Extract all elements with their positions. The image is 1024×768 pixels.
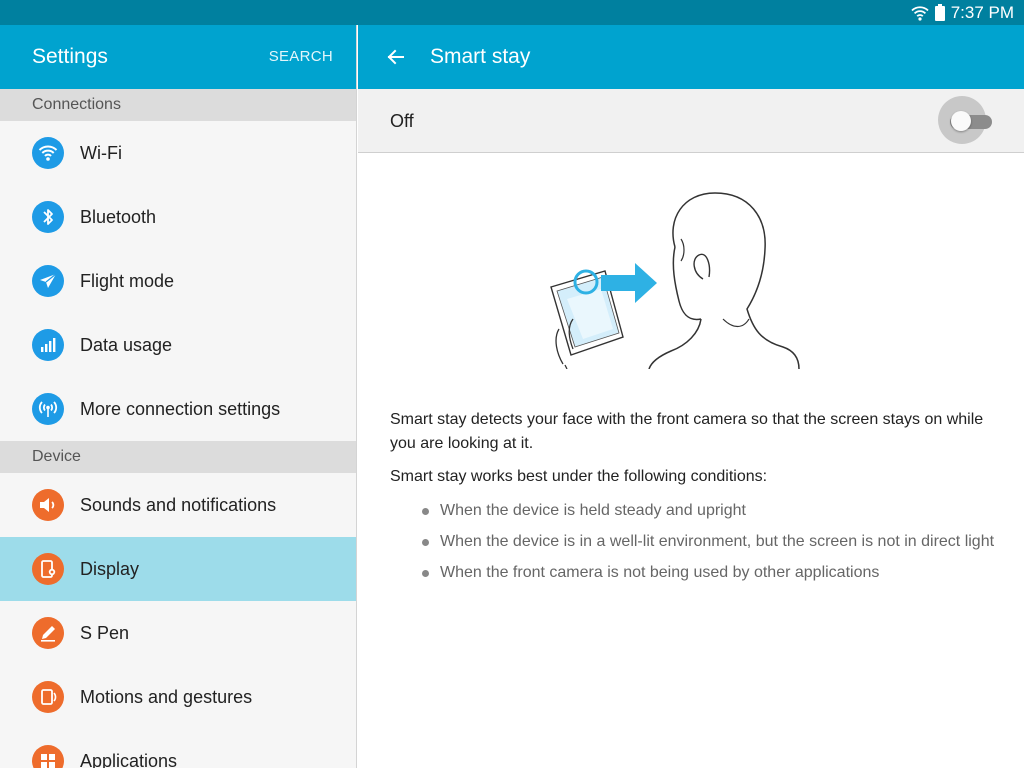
detail-header: Smart stay	[358, 25, 1024, 89]
menu-item-bluetooth[interactable]: Bluetooth	[0, 185, 356, 249]
battery-icon	[934, 4, 945, 21]
menu-item-label: Data usage	[80, 334, 173, 355]
motions-icon	[32, 681, 64, 713]
wifi-icon	[32, 137, 64, 169]
back-arrow-icon[interactable]	[384, 45, 408, 69]
connection-icon	[32, 393, 64, 425]
menu-item-data-usage[interactable]: Data usage	[0, 313, 356, 377]
menu-item-label: Wi-Fi	[80, 142, 122, 163]
speaker-icon	[32, 489, 64, 521]
status-time: 7:37 PM	[950, 2, 1014, 22]
menu-item-label: Motions and gestures	[80, 686, 253, 707]
section-header-device: Device	[0, 441, 356, 473]
menu-item-motions-and-gestures[interactable]: Motions and gestures	[0, 665, 356, 729]
settings-header: Settings SEARCH	[0, 25, 356, 89]
status-bar: 7:37 PM	[0, 0, 1024, 25]
menu-item-display[interactable]: Display	[0, 537, 356, 601]
airplane-icon	[32, 265, 64, 297]
search-button[interactable]: SEARCH	[269, 48, 333, 65]
menu-item-s-pen[interactable]: S Pen	[0, 601, 356, 665]
display-icon	[32, 553, 64, 585]
menu-item-sounds-and-notifications[interactable]: Sounds and notifications	[0, 473, 356, 537]
smart-stay-illustration	[543, 169, 803, 370]
menu-item-label: Bluetooth	[80, 206, 157, 227]
toggle-thumb[interactable]	[951, 111, 971, 131]
person-drawing	[648, 192, 800, 370]
menu-item-label: Display	[80, 558, 140, 579]
menu-item-label: More connection settings	[80, 398, 281, 419]
menu-item-wifi[interactable]: Wi-Fi	[0, 121, 356, 185]
menu-item-applications[interactable]: Applications	[0, 729, 356, 768]
bluetooth-icon	[32, 201, 64, 233]
settings-panel: Settings SEARCH Connections Wi-Fi Blueto…	[0, 25, 357, 768]
data-usage-icon	[32, 329, 64, 361]
menu-item-flight-mode[interactable]: Flight mode	[0, 249, 356, 313]
menu-item-label: S Pen	[80, 622, 130, 643]
smart-stay-toggle-row[interactable]: Off	[358, 89, 1024, 153]
menu-item-label: Sounds and notifications	[80, 494, 277, 515]
menu-item-more-connection-settings[interactable]: More connection settings	[0, 377, 356, 441]
menu-item-label: Flight mode	[80, 270, 175, 291]
conditions-title: Smart stay works best under the followin…	[390, 468, 768, 485]
smart-stay-panel: Smart stay Off Smart stay detects your f…	[358, 25, 1024, 768]
conditions-list: When the device is held steady and uprig…	[420, 497, 1000, 590]
toggle-state-label: Off	[390, 111, 414, 131]
condition-item: When the device is held steady and uprig…	[420, 497, 1000, 525]
applications-icon	[32, 745, 64, 768]
wifi-icon	[911, 5, 929, 21]
section-header-connections: Connections	[0, 89, 356, 121]
menu-item-label: Applications	[80, 750, 178, 768]
page-title: Smart stay	[430, 45, 531, 68]
smart-stay-description: Smart stay detects your face with the fr…	[390, 411, 984, 452]
condition-item: When the device is in a well-lit environ…	[420, 528, 1000, 556]
settings-title: Settings	[32, 45, 108, 68]
pen-icon	[32, 617, 64, 649]
condition-item: When the front camera is not being used …	[420, 559, 1000, 587]
